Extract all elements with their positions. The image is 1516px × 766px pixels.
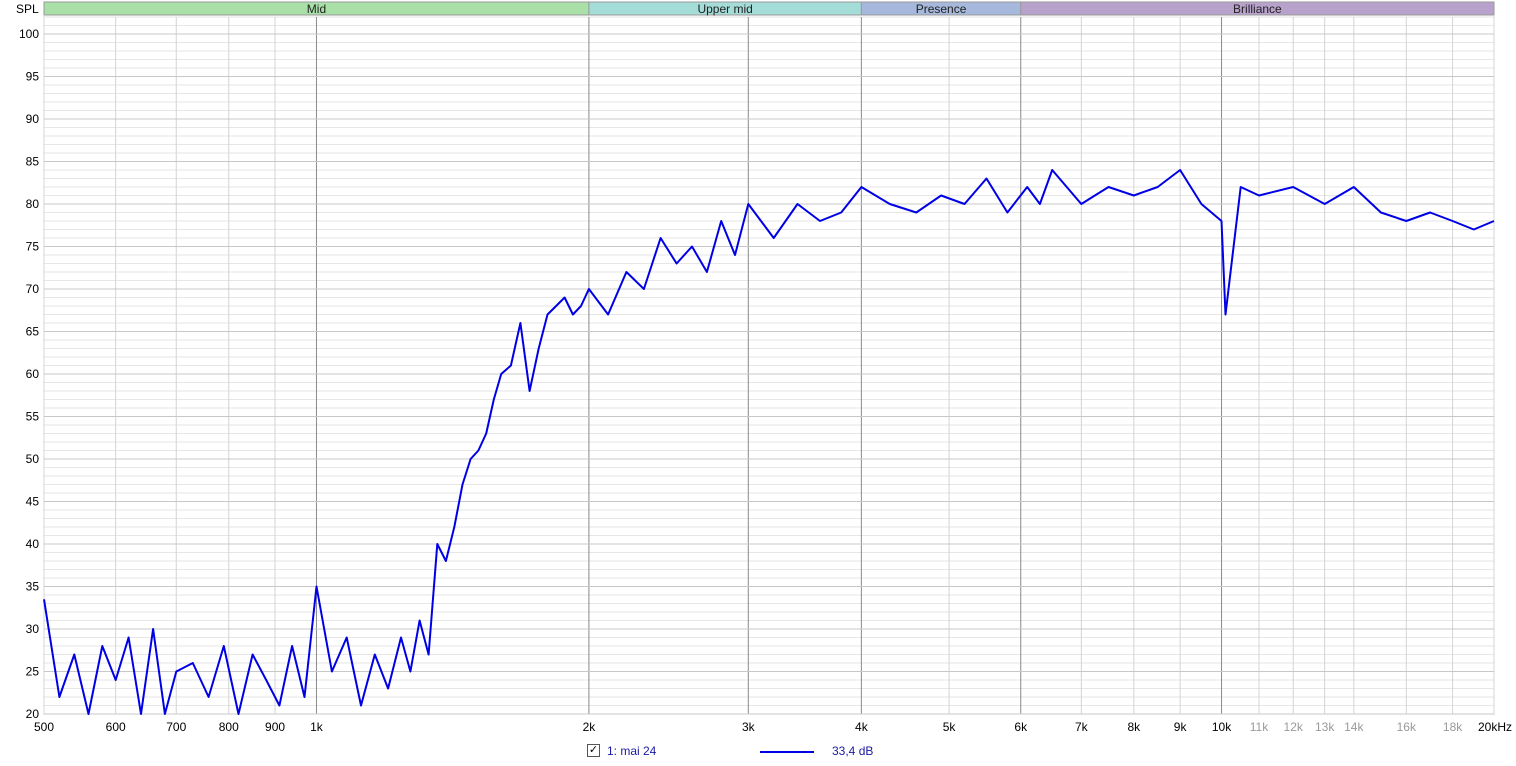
x-tick-label: 16k: [1397, 720, 1417, 734]
y-tick-label: 45: [26, 495, 40, 509]
x-tick-label: 14k: [1344, 720, 1364, 734]
frequency-response-chart: Mid Upper mid Presence Brilliance 20 25 30 35 4…: [16, 1, 1512, 734]
x-tick-label: 18k: [1443, 720, 1463, 734]
y-tick-label: 50: [26, 452, 40, 466]
x-tick-label: 20kHz: [1478, 720, 1512, 734]
x-tick-label: 6k: [1014, 720, 1028, 734]
band-label: Presence: [916, 2, 967, 16]
x-tick-label: 700: [166, 720, 186, 734]
band-label: Upper mid: [697, 2, 752, 16]
y-tick-label: 95: [26, 70, 40, 84]
x-tick-label: 13k: [1315, 720, 1335, 734]
x-tick-label: 8k: [1127, 720, 1141, 734]
y-tick-label: 80: [26, 197, 40, 211]
x-tick-label: 7k: [1075, 720, 1089, 734]
y-axis-label: SPL: [16, 2, 39, 16]
x-tick-label: 11k: [1250, 720, 1269, 734]
y-tick-label: 90: [26, 112, 40, 126]
y-tick-label: 100: [19, 27, 39, 41]
band-label: Mid: [307, 2, 326, 16]
x-tick-label: 600: [106, 720, 126, 734]
y-tick-label: 35: [26, 580, 40, 594]
y-tick-label: 75: [26, 240, 40, 254]
y-axis-ticks: 20 25 30 35 40 45 50 55 60 65 70 75 80 85 90 95 100: [19, 27, 39, 721]
band-label: Brilliance: [1233, 2, 1282, 16]
x-tick-label: 12k: [1284, 720, 1304, 734]
legend-line-swatch: [760, 751, 814, 753]
y-tick-label: 40: [26, 537, 40, 551]
x-tick-label: 500: [34, 720, 54, 734]
x-tick-label: 10k: [1212, 720, 1232, 734]
x-tick-label: 1k: [310, 720, 324, 734]
x-tick-label: 900: [265, 720, 285, 734]
y-tick-label: 25: [26, 665, 40, 679]
y-tick-label: 65: [26, 325, 40, 339]
x-tick-label: 3k: [742, 720, 756, 734]
x-tick-label: 9k: [1174, 720, 1188, 734]
x-axis-ticks: 500 600 700 800 900 1k 2k 3k 4k 5k 6k 7k 8k 9k 10k 11k 1…: [34, 720, 1512, 734]
legend-checkbox[interactable]: ✓: [587, 744, 600, 757]
legend-series-name: 1: mai 24: [607, 744, 657, 758]
y-tick-label: 70: [26, 282, 40, 296]
x-tick-label: 800: [219, 720, 239, 734]
frequency-bands: Mid Upper mid Presence Brilliance: [43, 1, 1495, 16]
y-tick-label: 30: [26, 622, 40, 636]
x-tick-label: 2k: [583, 720, 597, 734]
legend-value: 33,4 dB: [832, 744, 874, 758]
y-tick-label: 60: [26, 367, 40, 381]
x-tick-label: 5k: [943, 720, 957, 734]
y-tick-label: 55: [26, 410, 40, 424]
legend: ✓ 1: mai 24 33,4 dB: [587, 743, 987, 761]
y-tick-label: 85: [26, 155, 40, 169]
x-tick-label: 4k: [855, 720, 869, 734]
y-tick-label: 20: [26, 707, 40, 721]
